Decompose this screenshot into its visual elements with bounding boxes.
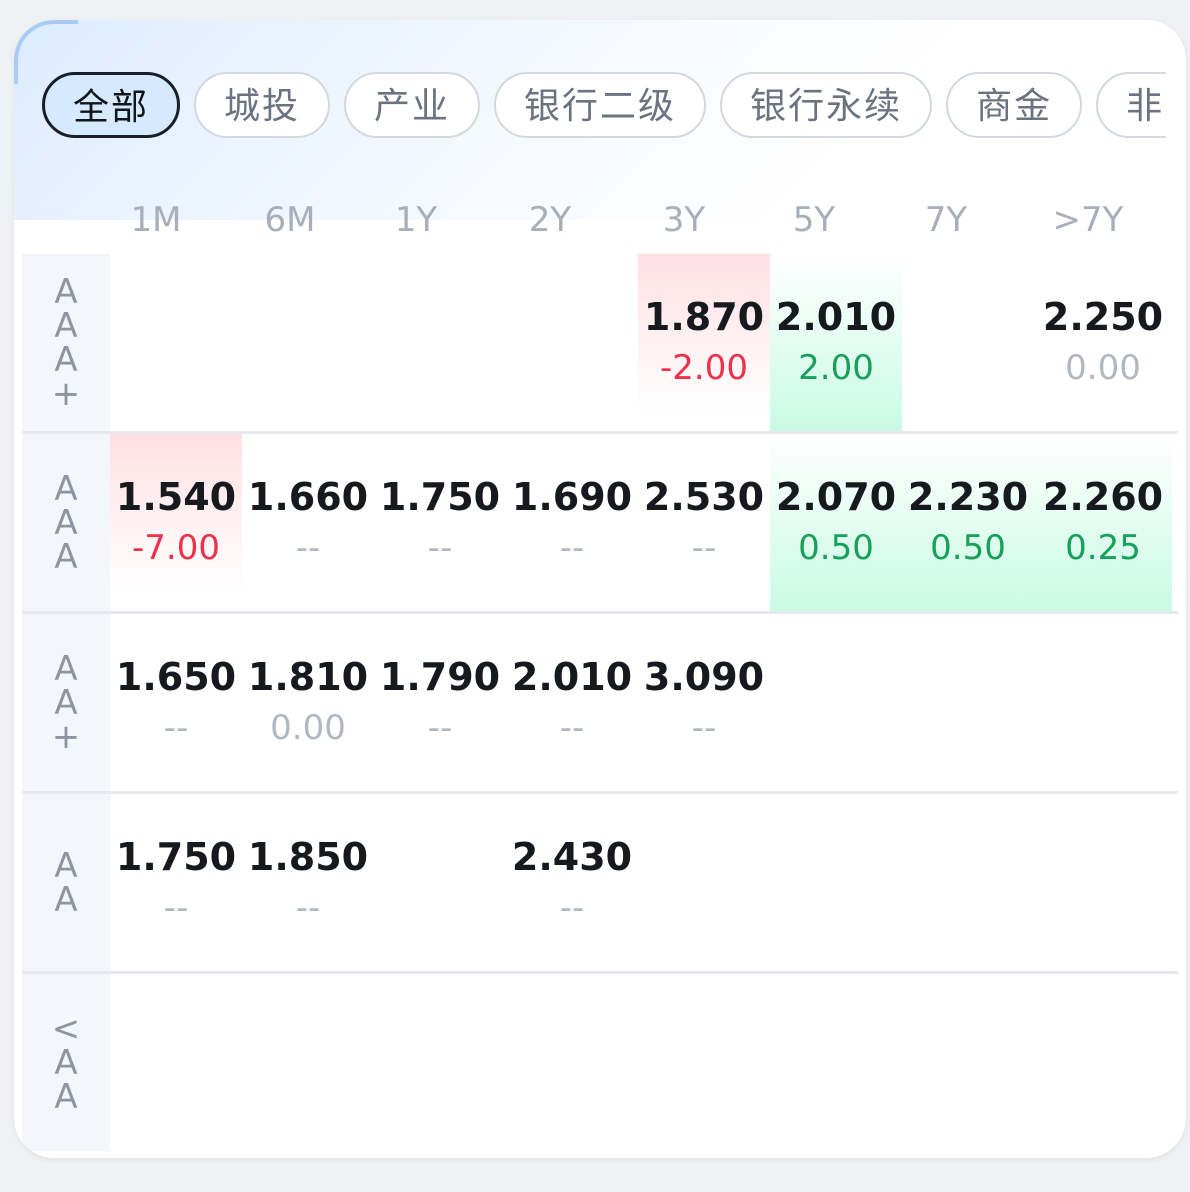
yield-change: 0.00: [270, 708, 346, 748]
tab-chanye[interactable]: 产业: [344, 72, 481, 138]
tenor-header-1: 1M: [130, 200, 182, 240]
yield-value: 1.750: [115, 835, 237, 879]
yield-value: 2.010: [775, 295, 897, 339]
rating-label: A A +: [22, 614, 110, 791]
tab-bank-tier2[interactable]: 银行二级: [494, 72, 707, 138]
yield-change: --: [427, 708, 453, 748]
yield-cell[interactable]: 1.850 --: [242, 794, 374, 971]
yield-value: 1.850: [247, 835, 369, 879]
yield-cell[interactable]: 2.250 0.00: [1034, 254, 1172, 431]
tenor-header-3: 1Y: [394, 200, 438, 240]
yield-cell[interactable]: 3.090 --: [638, 614, 770, 791]
row-divider: [22, 971, 1178, 974]
yield-cell[interactable]: 2.230 0.50: [902, 434, 1034, 611]
rating-label: AAA: [22, 434, 110, 611]
tab-bank-perpetual[interactable]: 银行永续: [720, 72, 933, 138]
yield-value: 2.430: [511, 835, 633, 879]
rating-label: AA: [22, 794, 110, 971]
yield-cell[interactable]: 2.010 2.00: [770, 254, 902, 431]
yield-change: --: [295, 888, 321, 928]
yield-value: 3.090: [643, 655, 765, 699]
yield-cell[interactable]: 2.070 0.50: [770, 434, 902, 611]
yield-value: 2.530: [643, 475, 765, 519]
yield-change: --: [691, 528, 717, 568]
tenor-header-6: 5Y: [792, 200, 836, 240]
yield-value: 2.250: [1042, 295, 1164, 339]
yield-cell[interactable]: 1.690 --: [506, 434, 638, 611]
yield-change: -7.00: [132, 528, 220, 568]
rating-label-char: A: [54, 845, 78, 886]
tenor-header-4: 2Y: [528, 200, 572, 240]
rating-label-char: A: [54, 1076, 78, 1117]
rating-label-char: A: [54, 305, 78, 346]
rating-label: A A A +: [22, 254, 110, 431]
rating-label-char: A: [54, 339, 78, 380]
yield-change: 0.50: [798, 528, 874, 568]
yield-change: --: [163, 888, 189, 928]
tenor-header-row: 1M 6M 1Y 2Y 3Y 5Y 7Y >7Y: [110, 198, 1172, 258]
yield-value: 1.660: [247, 475, 369, 519]
yield-change: 2.00: [798, 348, 874, 388]
rating-label-char: A: [54, 648, 78, 689]
yield-value: 2.260: [1042, 475, 1164, 519]
rating-label-char: A: [54, 682, 78, 723]
yield-cell[interactable]: 2.010 --: [506, 614, 638, 791]
yield-cell[interactable]: 1.790 --: [374, 614, 506, 791]
yield-cell[interactable]: 1.870 -2.00: [638, 254, 770, 431]
rating-label-char: +: [51, 716, 81, 757]
yield-value: 2.230: [907, 475, 1029, 519]
yield-change: --: [427, 528, 453, 568]
yield-cell[interactable]: 2.260 0.25: [1034, 434, 1172, 611]
tab-fei-er[interactable]: 非二: [1096, 72, 1166, 138]
yield-cell[interactable]: 2.430 --: [506, 794, 638, 971]
yield-change: --: [559, 888, 585, 928]
yield-value: 1.810: [247, 655, 369, 699]
yield-value: 2.010: [511, 655, 633, 699]
yield-value: 1.540: [115, 475, 237, 519]
yield-value: 1.690: [511, 475, 633, 519]
rating-label-char: A: [54, 1042, 78, 1083]
yield-cell[interactable]: 1.650 --: [110, 614, 242, 791]
yield-value: 1.650: [115, 655, 237, 699]
yield-change: --: [559, 708, 585, 748]
rating-label-char: A: [54, 502, 78, 543]
yield-change: --: [163, 708, 189, 748]
tenor-header-2: 6M: [264, 200, 316, 240]
rating-tenor-card: 全部 城投 产业 银行二级 银行永续 商金 非二 1M 6M 1Y 2Y 3Y 5Y 7Y >…: [14, 20, 1186, 1158]
tenor-header-8: >7Y: [1052, 200, 1124, 240]
yield-change: --: [691, 708, 717, 748]
yield-change: --: [295, 528, 321, 568]
yield-value: 1.750: [379, 475, 501, 519]
tab-shangjin[interactable]: 商金: [946, 72, 1083, 138]
category-tab-bar: 全部 城投 产业 银行二级 银行永续 商金 非二: [42, 72, 1166, 142]
rating-label-char: A: [54, 468, 78, 509]
rating-label-char: A: [54, 536, 78, 577]
yield-cell[interactable]: 1.750 --: [110, 794, 242, 971]
yield-change: --: [559, 528, 585, 568]
rating-label: < A A: [22, 974, 110, 1151]
tenor-header-5: 3Y: [662, 200, 706, 240]
rating-label-char: <: [51, 1008, 81, 1049]
yield-change: 0.00: [1065, 348, 1141, 388]
yield-value: 2.070: [775, 475, 897, 519]
rating-label-char: A: [54, 879, 78, 920]
yield-cell[interactable]: 2.530 --: [638, 434, 770, 611]
rating-label-char: +: [51, 373, 81, 414]
yield-value: 1.790: [379, 655, 501, 699]
yield-cell[interactable]: 1.750 --: [374, 434, 506, 611]
yield-cell[interactable]: 1.540 -7.00: [110, 434, 242, 611]
yield-change: -2.00: [660, 348, 748, 388]
yield-value: 1.870: [643, 295, 765, 339]
tab-chengtou[interactable]: 城投: [194, 72, 331, 138]
tenor-header-7: 7Y: [924, 200, 968, 240]
yield-cell[interactable]: 1.810 0.00: [242, 614, 374, 791]
yield-change: 0.50: [930, 528, 1006, 568]
tab-all[interactable]: 全部: [42, 72, 181, 138]
yield-change: 0.25: [1065, 528, 1141, 568]
rating-label-char: A: [54, 271, 78, 312]
yield-cell[interactable]: 1.660 --: [242, 434, 374, 611]
